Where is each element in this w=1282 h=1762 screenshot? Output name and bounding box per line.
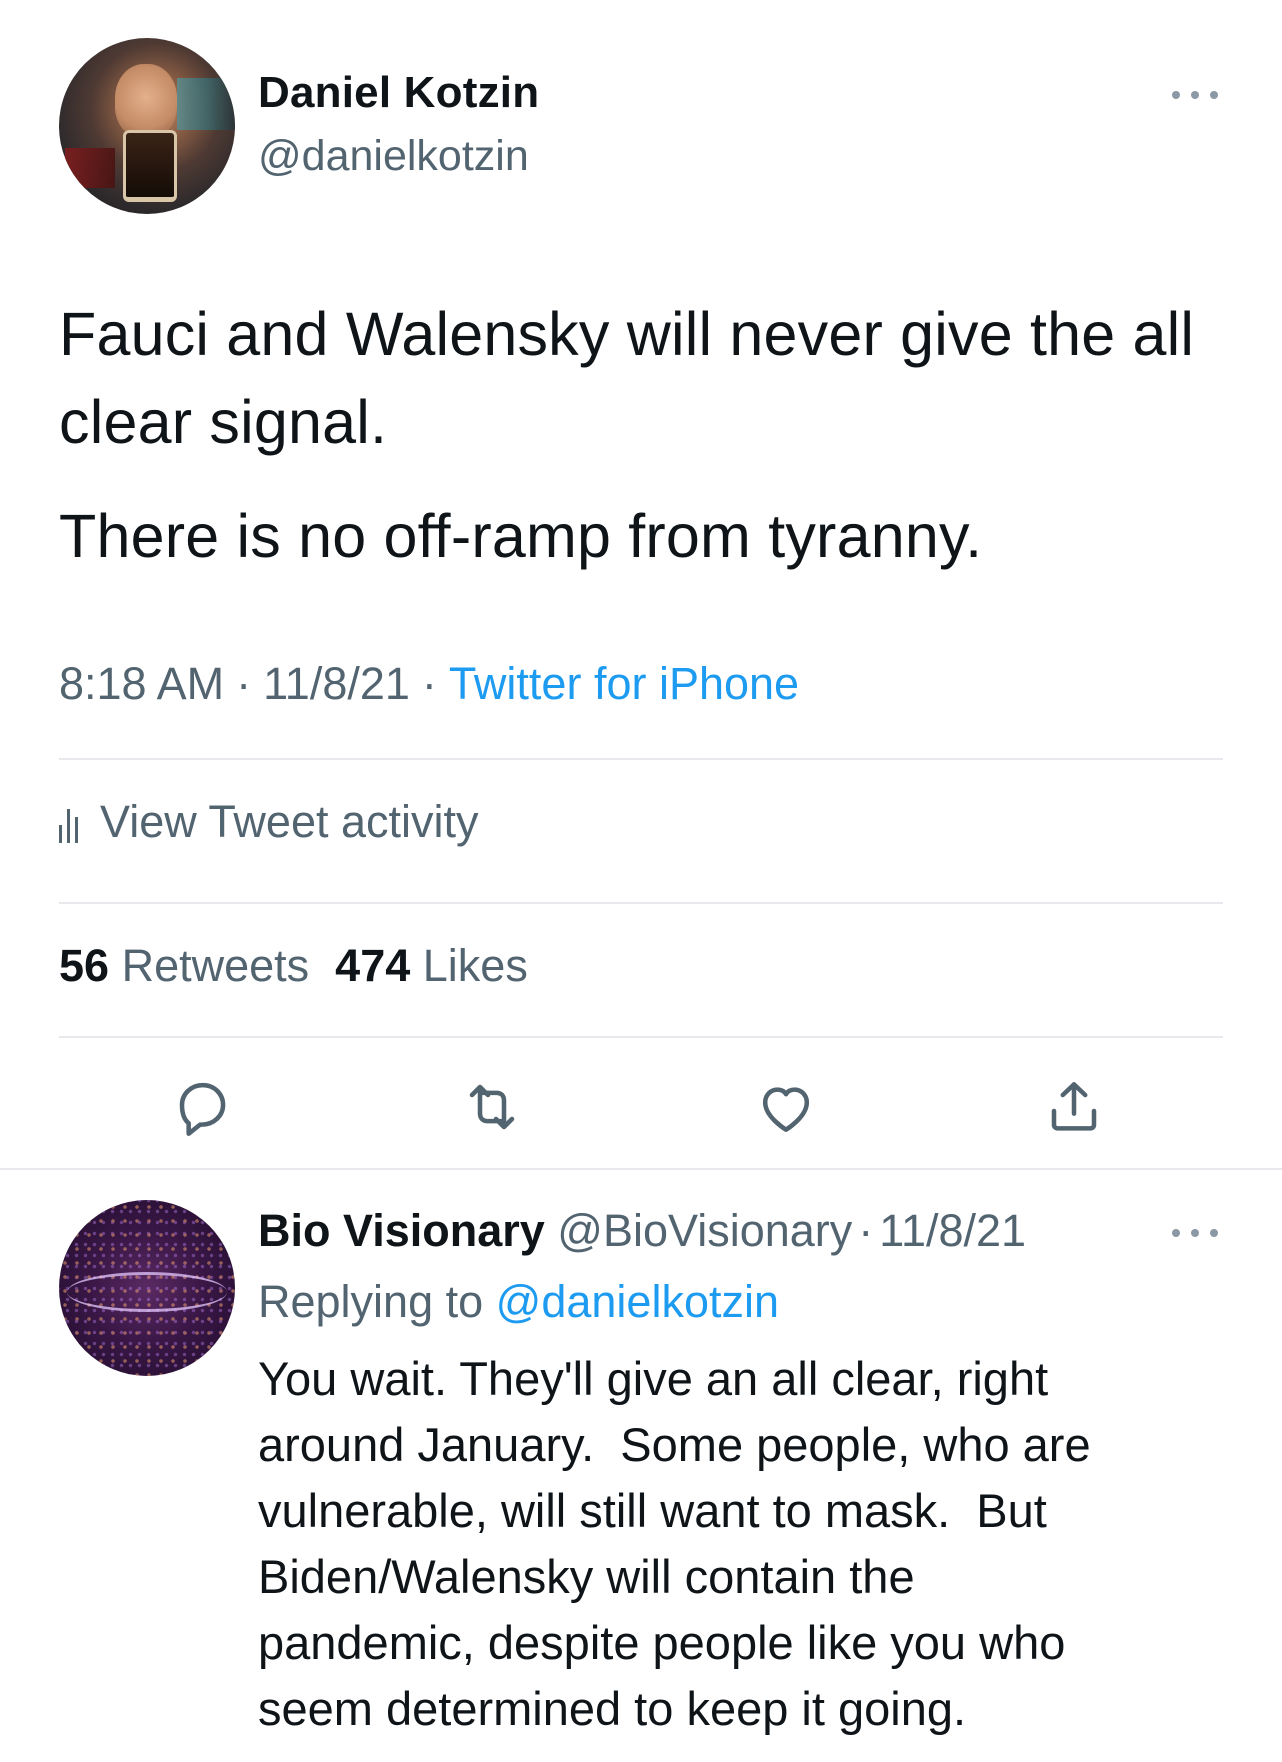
replying-to: Replying to @danielkotzin [258, 1276, 779, 1328]
retweet-button[interactable] [456, 1071, 528, 1143]
reply-author-avatar[interactable] [59, 1200, 235, 1376]
share-button[interactable] [1038, 1071, 1110, 1143]
like-button[interactable] [750, 1071, 822, 1143]
reply-separator: · [858, 1205, 874, 1256]
reply-more-options-icon[interactable] [1172, 1226, 1218, 1240]
retweets-count: 56 [59, 940, 110, 991]
bar-chart-icon [59, 809, 78, 843]
tweet-text: Fauci and Walensky will never give the a… [59, 290, 1219, 580]
author-avatar[interactable] [59, 38, 235, 214]
reply-icon [179, 1082, 226, 1136]
tweet-stats: 56 Retweets 474 Likes [59, 940, 528, 992]
meta-separator: · [421, 658, 437, 709]
tweet-meta: 8:18 AM · 11/8/21 · Twitter for iPhone [59, 658, 799, 710]
meta-separator: · [236, 658, 252, 709]
replying-to-mention[interactable]: @danielkotzin [496, 1276, 779, 1327]
tweet-paragraph: There is no off-ramp from tyranny. [59, 502, 983, 570]
reply-text-line: pandemic, despite people like you who [258, 1616, 1066, 1669]
reply-text-line: seem determined to keep it going. [258, 1682, 967, 1735]
view-tweet-activity-button[interactable]: View Tweet activity [59, 796, 479, 848]
divider [0, 1168, 1282, 1170]
like-icon [762, 1087, 810, 1132]
author-handle[interactable]: @danielkotzin [258, 132, 529, 181]
reply-display-name[interactable]: Bio Visionary [258, 1205, 545, 1256]
reply-text-line: vulnerable, will still want to mask. But [258, 1484, 1047, 1537]
likes-count: 474 [335, 940, 411, 991]
share-icon [1051, 1082, 1097, 1131]
reply-header: Bio Visionary @BioVisionary · 11/8/21 [258, 1205, 1026, 1257]
divider [59, 758, 1223, 760]
reply-text-line: You wait. They'll give an all clear, rig… [258, 1352, 1049, 1405]
retweets-label: Retweets [121, 940, 310, 991]
tweet-time[interactable]: 8:18 AM [59, 658, 224, 709]
tweet-paragraph: Fauci and Walensky will never give the a… [59, 300, 1195, 456]
replying-to-label: Replying to [258, 1276, 484, 1327]
reply-handle[interactable]: @BioVisionary [557, 1205, 852, 1256]
reply-text: You wait. They'll give an all clear, rig… [258, 1346, 1258, 1742]
reply-text-line: around January. Some people, who are [258, 1418, 1091, 1471]
tweet-source-link[interactable]: Twitter for iPhone [449, 658, 799, 709]
likes-label: Likes [422, 940, 528, 991]
reply-text-line: Biden/Walensky will contain the [258, 1550, 915, 1603]
author-display-name[interactable]: Daniel Kotzin [258, 68, 539, 118]
retweet-icon [469, 1084, 515, 1130]
view-tweet-activity-label: View Tweet activity [100, 796, 479, 847]
reply-date[interactable]: 11/8/21 [879, 1205, 1026, 1256]
divider [59, 1036, 1223, 1038]
more-options-icon[interactable] [1172, 88, 1218, 102]
tweet-date[interactable]: 11/8/21 [263, 658, 410, 709]
divider [59, 902, 1223, 904]
retweets-stat[interactable]: 56 Retweets [59, 940, 309, 991]
reply-button[interactable] [166, 1071, 238, 1143]
likes-stat[interactable]: 474 Likes [335, 940, 528, 991]
